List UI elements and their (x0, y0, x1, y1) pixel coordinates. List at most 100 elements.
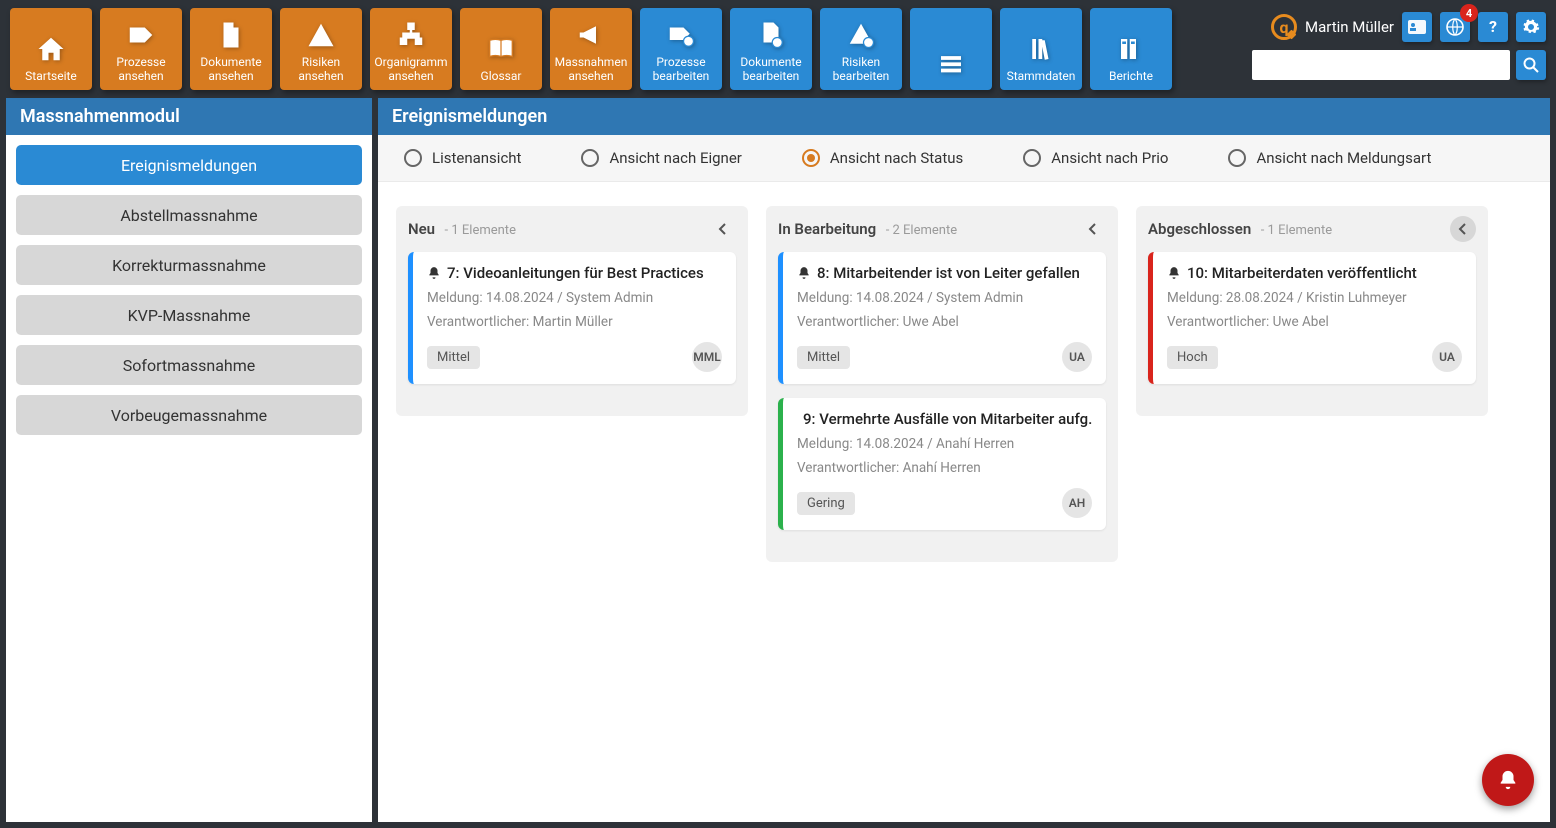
nav-label: Prozesse bearbeiten (653, 56, 710, 84)
nav-label: Organigramm ansehen (374, 56, 447, 84)
topbar-right: q Martin Müller 4 ? (1252, 8, 1546, 80)
search-icon (1523, 57, 1539, 73)
card-title: 10: Mitarbeiterdaten veröffentlicht (1167, 264, 1462, 282)
nav-orange-1[interactable]: Prozesse ansehen (100, 8, 182, 90)
nav-label: Startseite (25, 70, 77, 84)
radio-icon (1023, 149, 1041, 167)
view-option-3[interactable]: Ansicht nach Prio (1023, 149, 1168, 167)
nav-blue-2[interactable]: Risiken bearbeiten (820, 8, 902, 90)
topbar: Startseite Prozesse ansehen Dokumente anse… (0, 0, 1556, 98)
radio-icon (404, 149, 422, 167)
priority-pill: Mittel (797, 346, 850, 369)
sidebar: Massnahmenmodul Ereignismeldungen Abstell… (0, 98, 378, 828)
card-meta-2: Verantwortlicher: Uwe Abel (797, 314, 1092, 330)
card[interactable]: 8: Mitarbeitender ist von Leiter gefalle… (778, 252, 1106, 384)
column-count: - 2 Elemente (886, 223, 957, 238)
help-button[interactable]: ? (1478, 12, 1508, 42)
view-label: Ansicht nach Eigner (609, 149, 741, 167)
nav-blue-4[interactable]: Stammdaten (1000, 8, 1082, 90)
card-title: 7: Videoanleitungen für Best Practices (427, 264, 722, 282)
column-count: - 1 Elemente (445, 223, 516, 238)
collapse-button[interactable] (1450, 216, 1476, 242)
nav-label: Stammdaten (1007, 70, 1076, 84)
notification-badge: 4 (1460, 4, 1478, 22)
column-2: Abgeschlossen - 1 Elemente 10: Mitarbeit… (1136, 206, 1488, 416)
priority-pill: Hoch (1167, 346, 1218, 369)
search-button[interactable] (1516, 50, 1546, 80)
kanban-board: Neu - 1 Elemente 7: Videoanleitungen für… (378, 182, 1550, 822)
column-header: Abgeschlossen - 1 Elemente (1148, 216, 1476, 242)
question-icon: ? (1487, 18, 1499, 36)
sidebar-header: Massnahmenmodul (6, 98, 372, 135)
column-title: Neu (408, 220, 435, 238)
sidebar-body: Ereignismeldungen Abstellmassnahme Korrekt… (6, 135, 372, 445)
view-label: Listenansicht (432, 149, 521, 167)
card-meta-2: Verantwortlicher: Uwe Abel (1167, 314, 1462, 330)
globe-button[interactable]: 4 (1440, 12, 1470, 42)
collapse-button[interactable] (1080, 216, 1106, 242)
avatar: UA (1062, 342, 1092, 372)
view-option-0[interactable]: Listenansicht (404, 149, 521, 167)
nav-blue-3[interactable] (910, 8, 992, 90)
view-selector-row: Listenansicht Ansicht nach Eigner Ansicht … (378, 135, 1550, 182)
card-meta-1: Meldung: 14.08.2024 / System Admin (427, 290, 722, 306)
nav-label: Glossar (481, 70, 522, 84)
sidebar-item-1[interactable]: Abstellmassnahme (16, 195, 362, 235)
sidebar-item-3[interactable]: KVP-Massnahme (16, 295, 362, 335)
user-name: Martin Müller (1305, 18, 1394, 36)
search-input[interactable] (1252, 50, 1510, 80)
view-option-4[interactable]: Ansicht nach Meldungsart (1228, 149, 1431, 167)
priority-pill: Gering (797, 492, 855, 515)
nav-orange-5[interactable]: Glossar (460, 8, 542, 90)
view-option-2[interactable]: Ansicht nach Status (802, 149, 963, 167)
sidebar-item-4[interactable]: Sofortmassnahme (16, 345, 362, 385)
card[interactable]: 7: Videoanleitungen für Best Practices M… (408, 252, 736, 384)
sidebar-item-2[interactable]: Korrekturmassnahme (16, 245, 362, 285)
card-meta-2: Verantwortlicher: Anahí Herren (797, 460, 1092, 476)
nav-blue-0[interactable]: Prozesse bearbeiten (640, 8, 722, 90)
nav-label: Dokumente ansehen (200, 56, 261, 84)
card[interactable]: 10: Mitarbeiterdaten veröffentlicht Meld… (1148, 252, 1476, 384)
brand-logo: q (1271, 14, 1297, 40)
priority-pill: Mittel (427, 346, 480, 369)
main: Massnahmenmodul Ereignismeldungen Abstell… (0, 98, 1556, 828)
card-title: 8: Mitarbeitender ist von Leiter gefalle… (797, 264, 1092, 282)
gear-icon (1522, 18, 1540, 36)
bell-icon (1497, 769, 1519, 791)
card-meta-1: Meldung: 28.08.2024 / Kristin Luhmeyer (1167, 290, 1462, 306)
nav-label: Massnahmen ansehen (555, 56, 628, 84)
notifications-fab[interactable] (1482, 754, 1534, 806)
avatar: AH (1062, 488, 1092, 518)
column-title: In Bearbeitung (778, 220, 876, 238)
nav-blue-5[interactable]: Berichte (1090, 8, 1172, 90)
view-label: Ansicht nach Prio (1051, 149, 1168, 167)
nav-orange-0[interactable]: Startseite (10, 8, 92, 90)
svg-text:?: ? (1489, 18, 1497, 36)
search-row (1252, 50, 1546, 80)
sidebar-item-5[interactable]: Vorbeugemassnahme (16, 395, 362, 435)
id-card-icon (1408, 20, 1426, 34)
id-card-button[interactable] (1402, 12, 1432, 42)
nav-orange-2[interactable]: Dokumente ansehen (190, 8, 272, 90)
view-label: Ansicht nach Status (830, 149, 963, 167)
column-header: Neu - 1 Elemente (408, 216, 736, 242)
settings-button[interactable] (1516, 12, 1546, 42)
card-meta-1: Meldung: 14.08.2024 / System Admin (797, 290, 1092, 306)
card-meta-2: Verantwortlicher: Martin Müller (427, 314, 722, 330)
radio-icon (1228, 149, 1246, 167)
bell-icon (797, 266, 811, 280)
content: Ereignismeldungen ListenansichtAnsicht n… (378, 98, 1556, 828)
card[interactable]: 9: Vermehrte Ausfälle von Mitarbeiter au… (778, 398, 1106, 530)
column-1: In Bearbeitung - 2 Elemente 8: Mitarbeit… (766, 206, 1118, 562)
collapse-button[interactable] (710, 216, 736, 242)
user-row: q Martin Müller 4 ? (1271, 12, 1546, 42)
view-option-1[interactable]: Ansicht nach Eigner (581, 149, 741, 167)
nav-orange-4[interactable]: Organigramm ansehen (370, 8, 452, 90)
nav-blue-group: Prozesse bearbeiten Dokumente bearbeitenR… (640, 8, 1172, 90)
globe-icon (1446, 18, 1464, 36)
nav-orange-6[interactable]: Massnahmen ansehen (550, 8, 632, 90)
nav-orange-3[interactable]: Risiken ansehen (280, 8, 362, 90)
nav-blue-1[interactable]: Dokumente bearbeiten (730, 8, 812, 90)
column-count: - 1 Elemente (1261, 223, 1332, 238)
sidebar-item-0[interactable]: Ereignismeldungen (16, 145, 362, 185)
